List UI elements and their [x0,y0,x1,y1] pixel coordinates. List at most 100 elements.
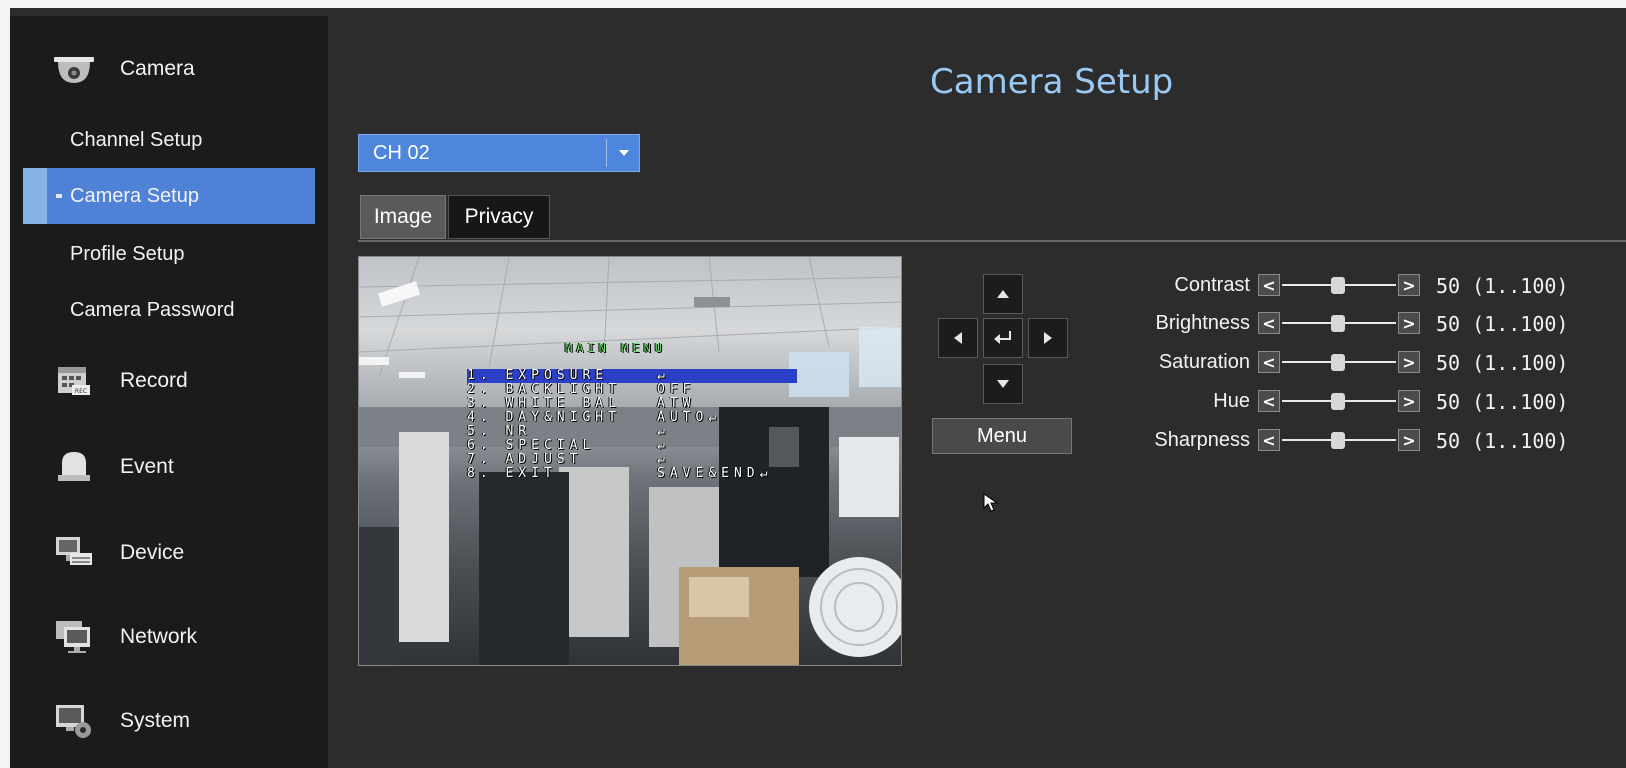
value-number: 50 [1436,312,1461,336]
slider-thumb[interactable] [1331,315,1346,332]
triangle-left-icon [954,332,962,344]
sidebar-item-label: Camera Setup [70,184,199,207]
sidebar-item-label: Channel Setup [70,128,203,151]
decrease-button[interactable]: < [1258,429,1280,451]
sidebar-section-event[interactable]: Event [10,442,328,492]
sidebar-section-system[interactable]: System [10,696,328,746]
value-number: 50 [1436,390,1461,414]
increase-button[interactable]: > [1398,312,1420,334]
osd-item-value: SAVE&END↵ [657,466,773,481]
slider-thumb[interactable] [1331,432,1346,449]
increase-button[interactable]: > [1398,429,1420,451]
sidebar-section-label: System [120,709,191,732]
osd-item-value: OFF [657,382,696,397]
tab-divider [358,240,1626,242]
value-range: (1..100) [1472,390,1569,414]
osd-item-label: 4. DAY&NIGHT [467,410,621,425]
slider-value: 50 (1..100) [1436,390,1568,414]
increase-button[interactable]: > [1398,390,1420,412]
tab-image[interactable]: Image [360,195,446,239]
osd-menu-item: 7. ADJUST ↵ [467,453,797,467]
osd-item-value: ↵ [657,452,670,467]
sidebar-item-camera-setup[interactable]: Camera Setup [23,168,315,224]
osd-item-value: ATW [657,396,696,411]
osd-item-label: 1. EXPOSURE [467,368,609,383]
page-title: Camera Setup [930,62,1174,102]
triangle-right-icon [1044,332,1052,344]
sidebar-item-label: Profile Setup [70,242,185,265]
slider-row-saturation: Saturation < > 50 (1..100) [1110,347,1610,379]
osd-menu-title: MAIN MENU [565,341,667,355]
divider [606,139,607,167]
slider-value: 50 (1..100) [1436,312,1568,336]
network-monitor-icon [56,621,90,653]
sidebar-item-camera-password[interactable]: Camera Password [10,282,328,338]
sidebar-section-network[interactable]: Network [10,612,328,662]
slider-value: 50 (1..100) [1436,274,1568,298]
value-number: 50 [1436,351,1461,375]
mouse-pointer-icon [983,493,999,512]
svg-text:REC: REC [75,388,87,395]
sidebar-item-label: Camera Password [70,298,235,321]
slider-label: Brightness [1155,312,1251,334]
osd-down-button[interactable] [983,364,1023,404]
slider-row-hue: Hue < > 50 (1..100) [1110,386,1610,418]
osd-item-value: ↵ [657,438,670,453]
record-calendar-icon: REC [58,367,90,395]
increase-button[interactable]: > [1398,274,1420,296]
app-window: Camera Channel Setup Camera Setup Profil… [10,8,1626,768]
osd-item-value: AUTO↵ [657,410,722,425]
increase-button[interactable]: > [1398,351,1420,373]
slider-thumb[interactable] [1331,354,1346,371]
osd-item-value: ↵ [657,424,670,439]
slider-value: 50 (1..100) [1436,429,1568,453]
sidebar-item-profile-setup[interactable]: Profile Setup [10,226,328,282]
tab-privacy[interactable]: Privacy [448,195,550,239]
sidebar-section-label: Camera [120,57,195,80]
decrease-button[interactable]: < [1258,390,1280,412]
bullet-icon [56,194,62,198]
slider-label: Saturation [1158,351,1250,373]
osd-item-label: 2. BACKLIGHT [467,382,621,397]
osd-menu-button[interactable]: Menu [932,418,1072,454]
sidebar-section-label: Device [120,541,185,564]
osd-enter-button[interactable] [983,318,1023,358]
decrease-button[interactable]: < [1258,351,1280,373]
osd-up-button[interactable] [983,274,1023,314]
enter-icon [994,331,1011,344]
value-range: (1..100) [1472,429,1569,453]
sidebar-section-camera[interactable]: Camera [10,44,328,94]
slider-label: Sharpness [1154,429,1250,451]
triangle-up-icon [997,290,1009,298]
value-range: (1..100) [1472,274,1569,298]
slider-thumb[interactable] [1331,277,1346,294]
sidebar-item-channel-setup[interactable]: Channel Setup [10,112,328,168]
slider-thumb[interactable] [1331,393,1346,410]
osd-menu-item: 4. DAY&NIGHT AUTO↵ [467,411,797,425]
value-range: (1..100) [1472,312,1569,336]
channel-select-value: CH 02 [373,142,430,164]
value-range: (1..100) [1472,351,1569,375]
osd-right-button[interactable] [1028,318,1068,358]
decrease-button[interactable]: < [1258,312,1280,334]
sidebar-section-device[interactable]: Device [10,528,328,578]
event-alarm-icon [58,452,90,481]
osd-menu-item: 3. WHITE BAL ATW [467,397,797,411]
value-number: 50 [1436,274,1461,298]
osd-item-label: 6. SPECIAL [467,438,596,453]
osd-menu: MAIN MENU 1. EXPOSURE ↵ 2. BACKLIGHT OFF… [467,341,797,481]
value-number: 50 [1436,429,1461,453]
sidebar-section-label: Record [120,369,188,392]
device-icon [56,537,92,565]
slider-row-contrast: Contrast < > 50 (1..100) [1110,270,1610,302]
osd-left-button[interactable] [938,318,978,358]
osd-menu-item: 1. EXPOSURE ↵ [467,369,797,383]
sidebar-section-record[interactable]: REC Record [10,356,328,406]
camera-preview: MAIN MENU 1. EXPOSURE ↵ 2. BACKLIGHT OFF… [358,256,902,666]
decrease-button[interactable]: < [1258,274,1280,296]
chevron-down-icon[interactable] [611,141,637,165]
slider-label: Hue [1213,390,1250,412]
osd-item-label: 8. EXIT [467,466,557,481]
osd-item-label: 5. NR [467,424,532,439]
channel-select[interactable]: CH 02 [358,134,640,172]
